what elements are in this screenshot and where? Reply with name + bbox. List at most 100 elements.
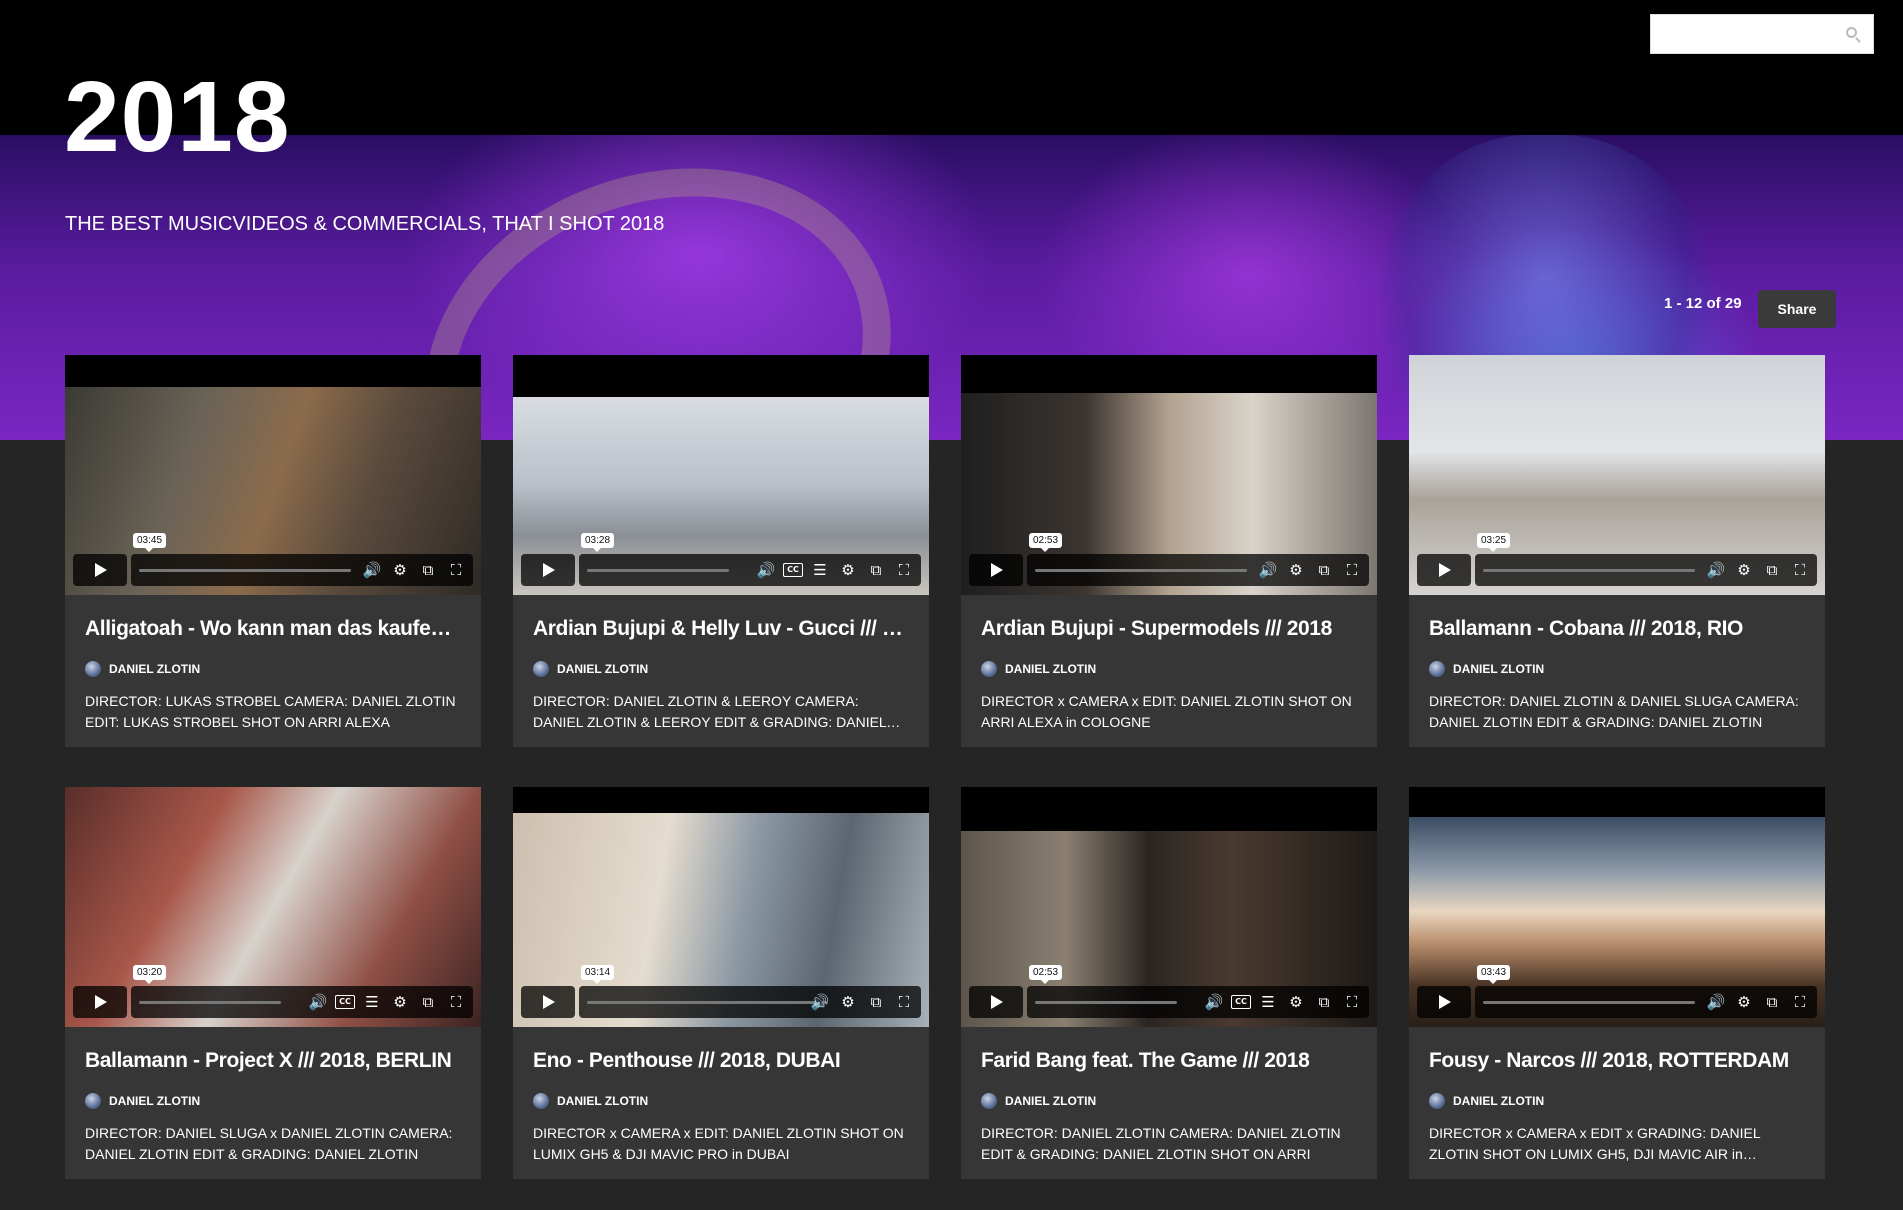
video-title[interactable]: Ballamann - Cobana /// 2018, RIO [1409,595,1825,641]
progress-track[interactable] [587,1001,827,1004]
video-card[interactable]: 03:14 🔊 ⚙ ⧉ ⛶ Eno - Penthouse /// 2018, … [513,787,929,1179]
author-row: DANIEL ZLOTIN [1409,1073,1825,1109]
fullscreen-icon[interactable]: ⛶ [1789,559,1811,581]
progress-track[interactable] [587,569,729,572]
video-card[interactable]: 03:20 🔊 CC ☰ ⚙ ⧉ ⛶ Ballamann - Project X… [65,787,481,1179]
progress-track[interactable] [1035,569,1247,572]
play-icon[interactable] [1417,986,1471,1018]
avatar[interactable] [981,661,997,677]
video-title[interactable]: Ballamann - Project X /// 2018, BERLIN [65,1027,481,1073]
video-player[interactable]: 02:53 🔊 ⚙ ⧉ ⛶ [961,355,1377,595]
picture-in-picture-icon[interactable]: ⧉ [1761,559,1783,581]
closed-captions-icon[interactable]: CC [335,995,355,1009]
transcript-icon[interactable]: ☰ [1257,991,1279,1013]
fullscreen-icon[interactable]: ⛶ [893,559,915,581]
video-player[interactable]: 03:43 🔊 ⚙ ⧉ ⛶ [1409,787,1825,1027]
picture-in-picture-icon[interactable]: ⧉ [865,991,887,1013]
settings-gear-icon[interactable]: ⚙ [389,559,411,581]
progress-track[interactable] [139,1001,281,1004]
video-title[interactable]: Ardian Bujupi & Helly Luv - Gucci /// 20… [513,595,929,641]
video-grid: 03:45 🔊 ⚙ ⧉ ⛶ Alligatoah - Wo kann man d… [65,355,1825,1179]
volume-icon[interactable]: 🔊 [755,559,777,581]
avatar[interactable] [533,661,549,677]
picture-in-picture-icon[interactable]: ⧉ [1313,559,1335,581]
progress-track[interactable] [139,569,351,572]
author-name[interactable]: DANIEL ZLOTIN [109,662,200,676]
volume-icon[interactable]: 🔊 [1257,559,1279,581]
author-name[interactable]: DANIEL ZLOTIN [1005,1094,1096,1108]
volume-icon[interactable]: 🔊 [1705,991,1727,1013]
avatar[interactable] [85,661,101,677]
progress-track[interactable] [1483,1001,1695,1004]
video-card[interactable]: 02:53 🔊 ⚙ ⧉ ⛶ Ardian Bujupi - Supermodel… [961,355,1377,747]
play-icon[interactable] [969,554,1023,586]
settings-gear-icon[interactable]: ⚙ [1285,991,1307,1013]
closed-captions-icon[interactable]: CC [1231,995,1251,1009]
volume-icon[interactable]: 🔊 [1203,991,1225,1013]
video-card[interactable]: 03:45 🔊 ⚙ ⧉ ⛶ Alligatoah - Wo kann man d… [65,355,481,747]
video-card[interactable]: 03:43 🔊 ⚙ ⧉ ⛶ Fousy - Narcos /// 2018, R… [1409,787,1825,1179]
play-icon[interactable] [73,986,127,1018]
avatar[interactable] [1429,1093,1445,1109]
avatar[interactable] [533,1093,549,1109]
fullscreen-icon[interactable]: ⛶ [1341,559,1363,581]
avatar[interactable] [85,1093,101,1109]
volume-icon[interactable]: 🔊 [361,559,383,581]
author-name[interactable]: DANIEL ZLOTIN [557,662,648,676]
control-bar: 03:28 🔊 CC ☰ ⚙ ⧉ ⛶ [579,533,921,586]
video-card[interactable]: 02:53 🔊 CC ☰ ⚙ ⧉ ⛶ Farid Bang feat. The … [961,787,1377,1179]
settings-gear-icon[interactable]: ⚙ [837,559,859,581]
search-input[interactable] [1659,16,1843,54]
video-title[interactable]: Alligatoah - Wo kann man das kaufen /// … [65,595,481,641]
fullscreen-icon[interactable]: ⛶ [1789,991,1811,1013]
settings-gear-icon[interactable]: ⚙ [1285,559,1307,581]
share-button[interactable]: Share [1758,290,1836,328]
progress-track[interactable] [1483,569,1695,572]
play-icon[interactable] [521,554,575,586]
video-title[interactable]: Ardian Bujupi - Supermodels /// 2018 [961,595,1377,641]
author-name[interactable]: DANIEL ZLOTIN [1453,1094,1544,1108]
fullscreen-icon[interactable]: ⛶ [445,559,467,581]
volume-icon[interactable]: 🔊 [1705,559,1727,581]
play-icon[interactable] [1417,554,1471,586]
settings-gear-icon[interactable]: ⚙ [837,991,859,1013]
video-card[interactable]: 03:25 🔊 ⚙ ⧉ ⛶ Ballamann - Cobana /// 201… [1409,355,1825,747]
video-player[interactable]: 03:20 🔊 CC ☰ ⚙ ⧉ ⛶ [65,787,481,1027]
transcript-icon[interactable]: ☰ [809,559,831,581]
video-player[interactable]: 03:45 🔊 ⚙ ⧉ ⛶ [65,355,481,595]
author-name[interactable]: DANIEL ZLOTIN [1453,662,1544,676]
video-player[interactable]: 03:28 🔊 CC ☰ ⚙ ⧉ ⛶ [513,355,929,595]
closed-captions-icon[interactable]: CC [783,563,803,577]
picture-in-picture-icon[interactable]: ⧉ [1313,991,1335,1013]
volume-icon[interactable]: 🔊 [809,991,831,1013]
author-name[interactable]: DANIEL ZLOTIN [1005,662,1096,676]
video-card[interactable]: 03:28 🔊 CC ☰ ⚙ ⧉ ⛶ Ardian Bujupi & Helly… [513,355,929,747]
play-icon[interactable] [73,554,127,586]
video-title[interactable]: Fousy - Narcos /// 2018, ROTTERDAM [1409,1027,1825,1073]
video-player[interactable]: 03:25 🔊 ⚙ ⧉ ⛶ [1409,355,1825,595]
avatar[interactable] [981,1093,997,1109]
author-name[interactable]: DANIEL ZLOTIN [109,1094,200,1108]
picture-in-picture-icon[interactable]: ⧉ [865,559,887,581]
fullscreen-icon[interactable]: ⛶ [1341,991,1363,1013]
picture-in-picture-icon[interactable]: ⧉ [417,559,439,581]
progress-track[interactable] [1035,1001,1177,1004]
video-player[interactable]: 03:14 🔊 ⚙ ⧉ ⛶ [513,787,929,1027]
avatar[interactable] [1429,661,1445,677]
settings-gear-icon[interactable]: ⚙ [1733,559,1755,581]
fullscreen-icon[interactable]: ⛶ [893,991,915,1013]
search-icon[interactable] [1846,27,1857,38]
play-icon[interactable] [969,986,1023,1018]
fullscreen-icon[interactable]: ⛶ [445,991,467,1013]
video-title[interactable]: Eno - Penthouse /// 2018, DUBAI [513,1027,929,1073]
transcript-icon[interactable]: ☰ [361,991,383,1013]
play-icon[interactable] [521,986,575,1018]
volume-icon[interactable]: 🔊 [307,991,329,1013]
settings-gear-icon[interactable]: ⚙ [1733,991,1755,1013]
video-title[interactable]: Farid Bang feat. The Game /// 2018 [961,1027,1377,1073]
picture-in-picture-icon[interactable]: ⧉ [417,991,439,1013]
picture-in-picture-icon[interactable]: ⧉ [1761,991,1783,1013]
author-name[interactable]: DANIEL ZLOTIN [557,1094,648,1108]
settings-gear-icon[interactable]: ⚙ [389,991,411,1013]
video-player[interactable]: 02:53 🔊 CC ☰ ⚙ ⧉ ⛶ [961,787,1377,1027]
